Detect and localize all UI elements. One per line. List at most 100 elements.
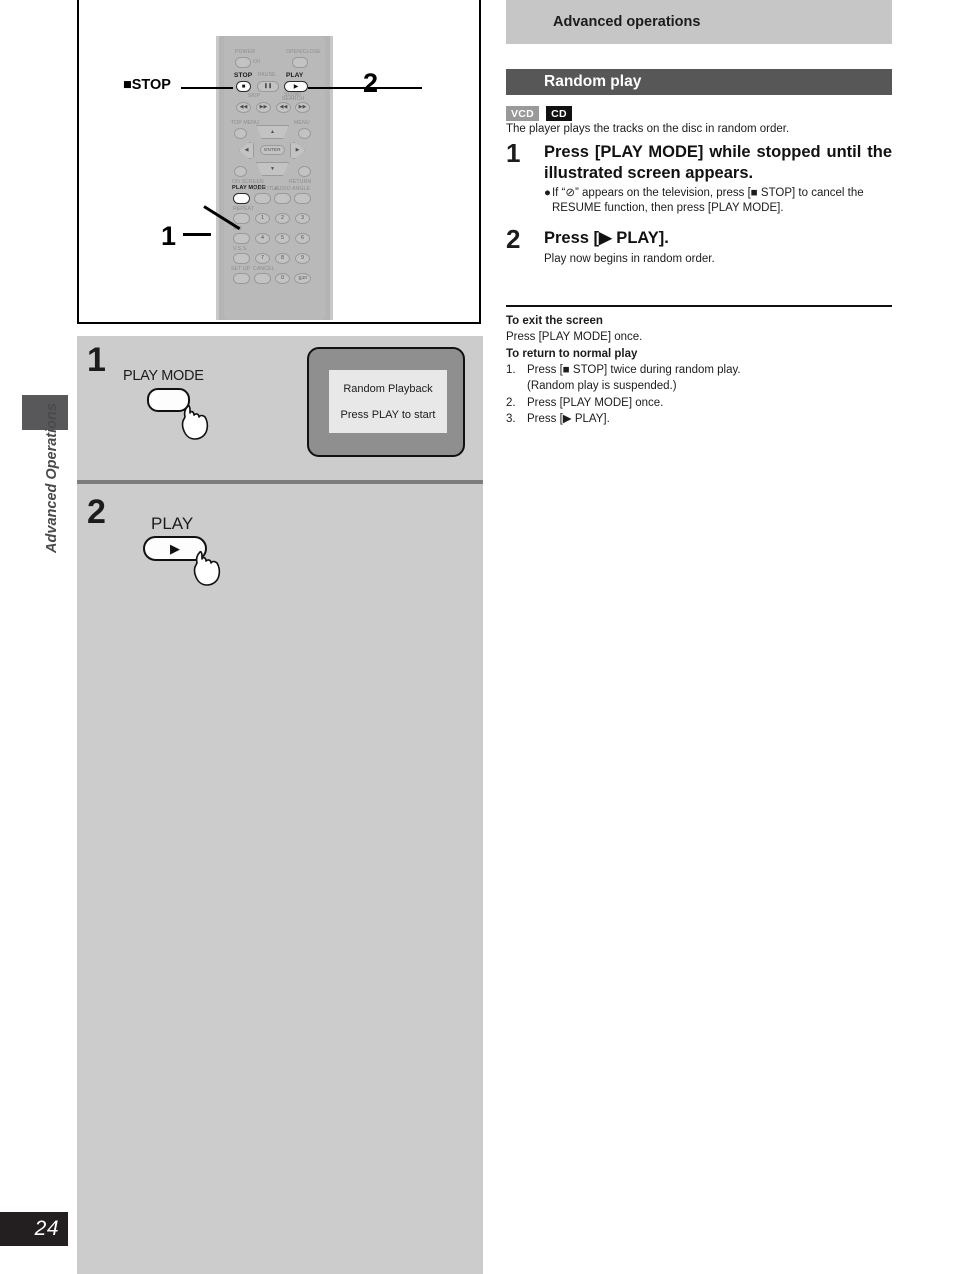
remote-button-search-back[interactable]: ◀◀ xyxy=(276,102,291,113)
remote-button-repeat[interactable] xyxy=(233,213,250,224)
intro-text: The player plays the tracks on the disc … xyxy=(506,123,790,135)
arrow-left-icon: ◀ xyxy=(244,147,249,153)
instruction-step-2: 2 Press [▶ PLAY]. Play now begins in ran… xyxy=(506,226,892,267)
remote-button-play[interactable]: ▶ xyxy=(284,81,308,92)
remote-button-right[interactable]: ▶ xyxy=(290,142,305,159)
remote-label-return: RETURN xyxy=(289,179,312,185)
remote-button-open-close[interactable] xyxy=(292,57,308,68)
remote-label-angle: ANGLE xyxy=(292,186,311,192)
remote-button-audio[interactable] xyxy=(274,193,291,204)
return-item-1-cont: (Random play is suspended.) xyxy=(527,380,677,393)
num-2-label: 2 xyxy=(281,215,284,221)
num-5-label: 5 xyxy=(281,235,284,241)
exit-text: Press [PLAY MODE] once. xyxy=(506,331,643,344)
instruction-step-1-title: Press [PLAY MODE] while stopped until th… xyxy=(544,143,892,182)
remote-button-stop[interactable]: ■ xyxy=(236,81,251,92)
remote-button-num-3[interactable]: 3 xyxy=(295,213,310,224)
return-item-1-text: Press [■ STOP] twice during random play. xyxy=(527,363,741,376)
callout-two-number: 2 xyxy=(363,68,379,98)
instruction-step-1-note-text: If “⊘” appears on the television, press … xyxy=(551,187,864,215)
remote-button-skip-back[interactable]: ◀◀ xyxy=(236,102,251,113)
callout-stop-label: ■STOP xyxy=(123,77,171,93)
random-play-section-bar: Random play xyxy=(506,69,892,95)
remote-button-num-7[interactable]: 7 xyxy=(255,253,270,264)
remote-control-body: POWER ⏻/I OPEN/CLOSE STOP ■ PAUSE ❚❚ PLA… xyxy=(216,36,333,320)
search-forward-icon: ▶▶ xyxy=(298,104,307,110)
remote-button-num-9[interactable]: 9 xyxy=(295,253,310,264)
remote-button-top-menu[interactable] xyxy=(234,128,247,139)
remote-label-open-close: OPEN/CLOSE xyxy=(286,49,321,55)
remote-button-search-forward[interactable]: ▶▶ xyxy=(295,102,310,113)
tv-line-2: Press PLAY to start xyxy=(340,408,436,421)
exit-and-return-section: To exit the screen Press [PLAY MODE] onc… xyxy=(506,313,892,427)
step-1-button-label: PLAY MODE xyxy=(123,368,204,384)
remote-label-vss: V.S.S. xyxy=(233,246,248,252)
remote-button-menu[interactable] xyxy=(298,128,311,139)
instruction-step-1: 1 Press [PLAY MODE] while stopped until … xyxy=(506,138,892,217)
return-item-3: 3. Press [▶ PLAY]. xyxy=(506,411,892,427)
remote-button-subtitle[interactable] xyxy=(254,193,271,204)
remote-button-num-4[interactable]: 4 xyxy=(255,233,270,244)
pause-icon: ❚❚ xyxy=(263,83,273,89)
bullet-dot-icon: ● xyxy=(544,187,551,200)
arrow-right-icon: ▶ xyxy=(295,147,300,153)
play-triangle-icon: ▶ xyxy=(293,83,299,90)
step-1-number: 1 xyxy=(87,341,106,379)
left-illustration-column: POWER ⏻/I OPEN/CLOSE STOP ■ PAUSE ❚❚ PLA… xyxy=(77,0,483,1274)
return-item-1: 1. Press [■ STOP] twice during random pl… xyxy=(506,362,892,378)
remote-button-num-2[interactable]: 2 xyxy=(275,213,290,224)
num-9-label: 9 xyxy=(301,255,304,261)
instruction-step-1-number: 1 xyxy=(506,138,521,168)
remote-button-num-8[interactable]: 8 xyxy=(275,253,290,264)
remote-button-angle[interactable] xyxy=(294,193,311,204)
step-1-illustration-block: 1 PLAY MODE Random Playback Press PLAY t… xyxy=(77,336,483,480)
return-item-3-index: 3. xyxy=(506,412,516,425)
remote-button-vss[interactable] xyxy=(233,253,250,264)
num-3-label: 3 xyxy=(301,215,304,221)
horizontal-rule xyxy=(506,305,892,307)
remote-button-skip-forward[interactable]: ▶▶ xyxy=(256,102,271,113)
remote-button-num-over10[interactable]: ≧10 xyxy=(294,273,311,284)
remote-button-ab[interactable] xyxy=(233,233,250,244)
enter-label: ENTER xyxy=(264,146,281,152)
remote-button-play-mode[interactable] xyxy=(233,193,250,204)
instruction-step-2-sub: Play now begins in random order. xyxy=(544,252,715,265)
remote-button-power[interactable] xyxy=(235,57,251,68)
step-2-illustration-block: 2 PLAY ▶ xyxy=(77,484,483,1274)
page-number: 24 xyxy=(34,1217,59,1240)
remote-button-num-0[interactable]: 0 xyxy=(275,273,290,284)
step-2-button-label: PLAY xyxy=(151,514,194,533)
callout-one-number: 1 xyxy=(161,221,177,251)
exit-heading: To exit the screen xyxy=(506,315,603,327)
remote-label-play: PLAY xyxy=(286,72,304,79)
remote-button-num-6[interactable]: 6 xyxy=(295,233,310,244)
remote-button-num-1[interactable]: 1 xyxy=(255,213,270,224)
remote-label-repeat: REPEAT xyxy=(233,206,254,212)
remote-button-left-lower[interactable] xyxy=(234,166,247,177)
num-over10-label: ≧10 xyxy=(298,275,307,281)
remote-button-left[interactable]: ◀ xyxy=(239,142,254,159)
remote-label-stop: STOP xyxy=(234,72,253,79)
remote-button-right-lower[interactable] xyxy=(298,166,311,177)
remote-label-pause: PAUSE xyxy=(258,72,276,78)
disc-type-badges: VCD CD xyxy=(506,106,572,122)
return-item-2-index: 2. xyxy=(506,396,516,409)
remote-button-pause[interactable]: ❚❚ xyxy=(257,81,279,92)
remote-button-up[interactable]: ▲ xyxy=(256,125,289,139)
remote-label-menu: MENU xyxy=(294,120,310,126)
tv-screen-illustration: Random Playback Press PLAY to start xyxy=(307,347,465,457)
remote-button-down[interactable]: ▼ xyxy=(256,162,289,176)
remote-button-set-up[interactable] xyxy=(233,273,250,284)
badge-cd: CD xyxy=(546,106,572,122)
num-0-label: 0 xyxy=(281,275,284,281)
remote-button-enter[interactable]: ENTER xyxy=(260,145,285,155)
remote-button-num-5[interactable]: 5 xyxy=(275,233,290,244)
sidebar-section-label: Advanced Operations xyxy=(44,403,60,553)
remote-button-cancel[interactable] xyxy=(254,273,271,284)
remote-diagram-panel: POWER ⏻/I OPEN/CLOSE STOP ■ PAUSE ❚❚ PLA… xyxy=(77,0,481,324)
return-item-1-index: 1. xyxy=(506,363,516,376)
arrow-down-icon: ▼ xyxy=(270,165,275,172)
skip-forward-icon: ▶▶ xyxy=(259,104,268,110)
pointing-hand-icon xyxy=(181,404,209,440)
callout-stop-leader-line xyxy=(181,86,233,89)
